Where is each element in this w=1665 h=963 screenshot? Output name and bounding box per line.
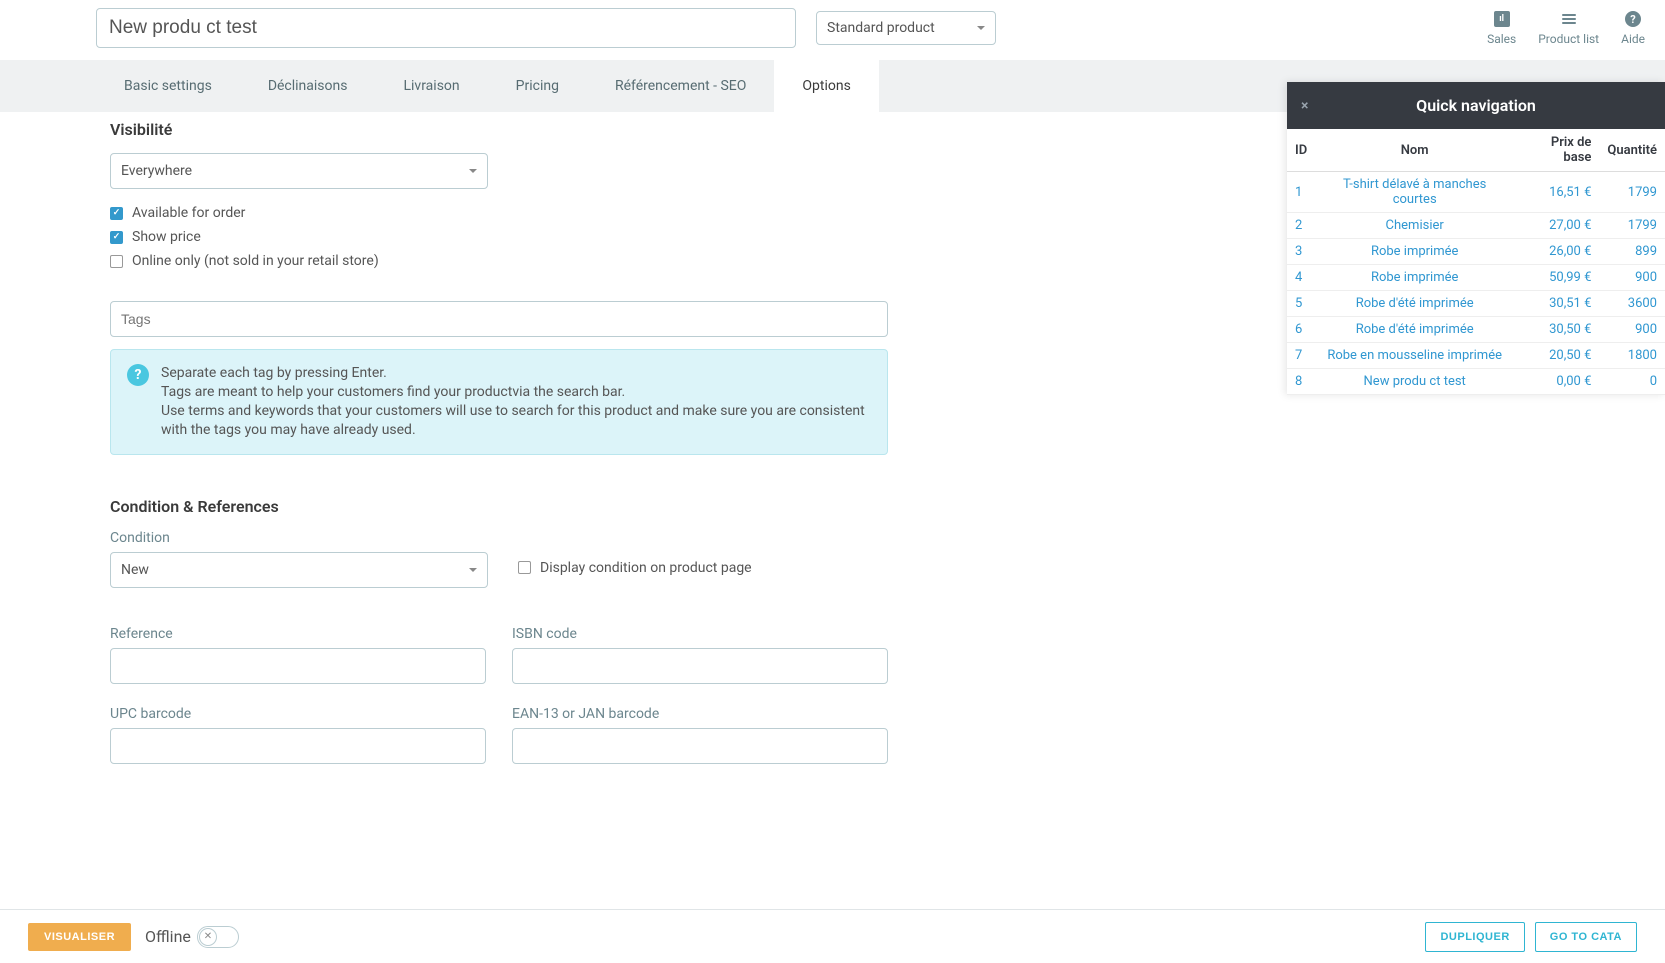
quick-navigation-panel: × Quick navigation ID Nom Prix de base Q… xyxy=(1287,82,1665,395)
product-name-input[interactable] xyxy=(96,8,796,48)
col-nom: Nom xyxy=(1315,129,1514,172)
visibility-select[interactable]: Everywhere xyxy=(110,153,488,189)
col-quantite: Quantité xyxy=(1599,129,1665,172)
status-label: Offline xyxy=(145,927,191,946)
table-row[interactable]: 5Robe d'été imprimée30,51 €3600 xyxy=(1287,291,1665,317)
visibility-value: Everywhere xyxy=(121,163,192,179)
isbn-label: ISBN code xyxy=(512,626,888,642)
chevron-down-icon xyxy=(469,169,477,173)
quicknav-title: Quick navigation xyxy=(1416,96,1536,115)
table-row[interactable]: 3Robe imprimée26,00 €899 xyxy=(1287,239,1665,265)
help-icon: ? xyxy=(1625,11,1641,27)
upc-input[interactable] xyxy=(110,728,486,764)
ean-input[interactable] xyxy=(512,728,888,764)
show-price-label: Show price xyxy=(132,229,201,245)
dupliquer-button[interactable]: DUPLIQUER xyxy=(1425,922,1524,952)
sales-link[interactable]: ıl Sales xyxy=(1487,10,1516,46)
quicknav-header: × Quick navigation xyxy=(1287,82,1665,129)
tab-basic-settings[interactable]: Basic settings xyxy=(96,60,240,112)
product-type-select[interactable]: Standard product xyxy=(816,11,996,45)
footer-bar: VISUALISER Offline ✕ DUPLIQUER GO TO CAT… xyxy=(0,909,1665,963)
tab-livraison[interactable]: Livraison xyxy=(375,60,487,112)
product-list-link[interactable]: Product list xyxy=(1538,10,1599,46)
info-text: Separate each tag by pressing Enter. Tag… xyxy=(161,364,871,440)
product-list-label: Product list xyxy=(1538,32,1599,46)
upc-label: UPC barcode xyxy=(110,706,486,722)
online-toggle[interactable]: ✕ xyxy=(197,926,239,948)
list-icon xyxy=(1562,14,1576,24)
close-icon[interactable]: × xyxy=(1301,98,1308,114)
display-condition-label: Display condition on product page xyxy=(540,560,752,576)
bar-chart-icon: ıl xyxy=(1494,11,1510,27)
condition-value: New xyxy=(121,562,149,578)
help-label: Aide xyxy=(1621,32,1645,46)
col-id: ID xyxy=(1287,129,1315,172)
reference-input[interactable] xyxy=(110,648,486,684)
display-condition-checkbox[interactable] xyxy=(518,561,531,574)
product-type-value: Standard product xyxy=(827,20,935,36)
sales-label: Sales xyxy=(1487,32,1516,46)
online-only-checkbox[interactable] xyxy=(110,255,123,268)
visualiser-button[interactable]: VISUALISER xyxy=(28,923,131,951)
table-row[interactable]: 4Robe imprimée50,99 €900 xyxy=(1287,265,1665,291)
go-to-catalog-button[interactable]: GO TO CATA xyxy=(1535,922,1637,952)
available-for-order-label: Available for order xyxy=(132,205,245,221)
table-row[interactable]: 1T-shirt délavé à manches courtes16,51 €… xyxy=(1287,172,1665,213)
chevron-down-icon xyxy=(977,26,985,30)
show-price-checkbox[interactable] xyxy=(110,231,123,244)
table-row[interactable]: 2Chemisier27,00 €1799 xyxy=(1287,213,1665,239)
condition-label: Condition xyxy=(110,530,488,546)
table-row[interactable]: 7Robe en mousseline imprimée20,50 €1800 xyxy=(1287,343,1665,369)
quicknav-table: ID Nom Prix de base Quantité 1T-shirt dé… xyxy=(1287,129,1665,395)
table-row[interactable]: 6Robe d'été imprimée30,50 €900 xyxy=(1287,317,1665,343)
info-icon: ? xyxy=(127,364,149,386)
online-only-label: Online only (not sold in your retail sto… xyxy=(132,253,379,269)
tags-input[interactable] xyxy=(110,301,888,337)
visibility-title: Visibilité xyxy=(110,120,998,139)
reference-label: Reference xyxy=(110,626,486,642)
toggle-knob: ✕ xyxy=(199,928,217,946)
tab-options[interactable]: Options xyxy=(774,60,878,112)
condition-select[interactable]: New xyxy=(110,552,488,588)
table-row[interactable]: 8New produ ct test0,00 €0 xyxy=(1287,369,1665,395)
tab-d-clinaisons[interactable]: Déclinaisons xyxy=(240,60,376,112)
ean-label: EAN-13 or JAN barcode xyxy=(512,706,888,722)
isbn-input[interactable] xyxy=(512,648,888,684)
chevron-down-icon xyxy=(469,568,477,572)
condition-references-title: Condition & References xyxy=(110,497,998,516)
available-for-order-checkbox[interactable] xyxy=(110,207,123,220)
tab-pricing[interactable]: Pricing xyxy=(488,60,587,112)
tab-r-f-rencement-seo[interactable]: Référencement - SEO xyxy=(587,60,774,112)
tags-info-box: ? Separate each tag by pressing Enter. T… xyxy=(110,349,888,455)
help-link[interactable]: ? Aide xyxy=(1621,10,1645,46)
col-prix: Prix de base xyxy=(1514,129,1599,172)
